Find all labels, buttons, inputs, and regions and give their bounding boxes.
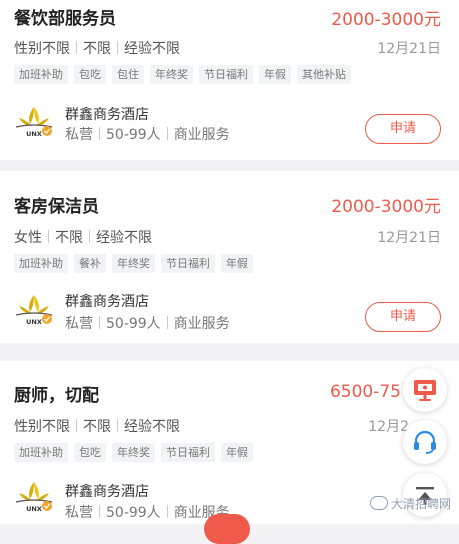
watermark-text: 大清招聘网 — [390, 497, 451, 511]
company-name[interactable]: 群鑫商务酒店 — [65, 481, 149, 501]
benefit-tag: 年假 — [221, 254, 253, 273]
job-requirements: 女性 不限 经验不限 — [14, 227, 152, 247]
benefit-tags: 加班补助 包吃 包住 年终奖 节日福利 年假 其他补贴 — [14, 65, 351, 84]
job-requirements: 性别不限 不限 经验不限 — [14, 416, 180, 436]
job-salary: 2000-3000元 — [331, 10, 441, 30]
req-age: 不限 — [55, 230, 83, 246]
company-logo[interactable]: UNX — [14, 104, 54, 138]
benefit-tags: 加班补助 餐补 年终奖 节日福利 年假 — [14, 254, 253, 273]
company-industry: 商业服务 — [173, 127, 230, 143]
float-share-button[interactable] — [403, 368, 447, 412]
job-card[interactable]: 客房保洁员 2000-3000元 女性 不限 经验不限 12月21日 加班补助 餐补… — [0, 171, 459, 343]
presentation-icon — [414, 380, 436, 401]
bottom-action-button[interactable] — [204, 514, 250, 544]
svg-text:UNX: UNX — [26, 505, 42, 513]
req-age: 不限 — [83, 41, 111, 57]
post-date: 12月21日 — [377, 41, 441, 57]
benefit-tag: 年终奖 — [112, 443, 155, 462]
company-name[interactable]: 群鑫商务酒店 — [65, 291, 149, 311]
watermark: 大清招聘网 — [369, 495, 451, 512]
company-size: 50-99人 — [106, 316, 161, 332]
benefit-tag: 加班补助 — [14, 254, 68, 273]
company-ownership: 私营 — [65, 505, 93, 521]
benefit-tag: 年终奖 — [150, 65, 193, 84]
benefit-tag: 年终奖 — [112, 254, 155, 273]
headset-icon — [414, 430, 436, 454]
req-experience: 经验不限 — [96, 230, 152, 246]
apply-button[interactable]: 申请 — [365, 114, 441, 144]
svg-text:UNX: UNX — [26, 318, 42, 326]
company-logo[interactable]: UNX — [14, 479, 54, 513]
company-industry: 商业服务 — [173, 316, 230, 332]
benefit-tag: 餐补 — [74, 254, 106, 273]
benefit-tag: 年假 — [221, 443, 253, 462]
svg-text:UNX: UNX — [26, 130, 42, 138]
post-date: 12月21日 — [377, 230, 441, 246]
float-service-button[interactable] — [403, 420, 447, 464]
company-name[interactable]: 群鑫商务酒店 — [65, 104, 149, 124]
benefit-tag: 包吃 — [74, 443, 106, 462]
req-experience: 经验不限 — [124, 419, 180, 435]
req-gender: 性别不限 — [14, 41, 70, 57]
company-meta: 私营 50-99人 商业服务 — [65, 313, 230, 333]
job-card[interactable]: 餐饮部服务员 2000-3000元 性别不限 不限 经验不限 12月21日 加班补助… — [0, 0, 459, 160]
job-title: 餐饮部服务员 — [14, 9, 116, 29]
company-ownership: 私营 — [65, 316, 93, 332]
job-requirements: 性别不限 不限 经验不限 — [14, 38, 180, 58]
company-ownership: 私营 — [65, 127, 93, 143]
company-logo[interactable]: UNX — [14, 292, 54, 326]
benefit-tag: 加班补助 — [14, 443, 68, 462]
job-salary: 2000-3000元 — [331, 197, 441, 217]
benefit-tag: 节日福利 — [161, 443, 215, 462]
job-title: 厨师，切配 — [14, 386, 99, 406]
req-gender: 性别不限 — [14, 419, 70, 435]
apply-button[interactable]: 申请 — [365, 302, 441, 332]
req-age: 不限 — [83, 419, 111, 435]
benefit-tag: 节日福利 — [161, 254, 215, 273]
benefit-tag: 节日福利 — [199, 65, 253, 84]
benefit-tags: 加班补助 包吃 年终奖 节日福利 年假 — [14, 443, 253, 462]
job-salary: 6500-75 — [329, 382, 401, 402]
company-meta: 私营 50-99人 商业服务 — [65, 124, 230, 144]
benefit-tag: 加班补助 — [14, 65, 68, 84]
job-title: 客房保洁员 — [14, 197, 99, 217]
company-size: 50-99人 — [106, 127, 161, 143]
benefit-tag: 包住 — [112, 65, 144, 84]
wechat-icon — [369, 496, 388, 510]
benefit-tag: 包吃 — [74, 65, 106, 84]
benefit-tag: 年假 — [259, 65, 291, 84]
company-size: 50-99人 — [106, 505, 161, 521]
benefit-tag: 其他补贴 — [297, 65, 351, 84]
company-meta: 私营 50-99人 商业服务 — [65, 502, 230, 522]
req-experience: 经验不限 — [124, 41, 180, 57]
req-gender: 女性 — [14, 230, 42, 246]
